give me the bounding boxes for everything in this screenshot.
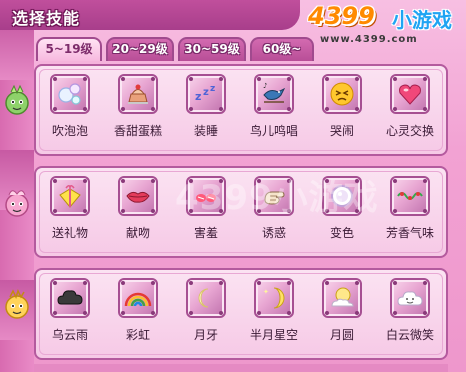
skill-frame xyxy=(118,278,158,318)
skill-select-window: 选择技能 4399 小游戏 www.4399.com 5~19级 20~29级 … xyxy=(0,0,466,372)
skill-yueyuan[interactable]: 月圆 xyxy=(312,274,372,354)
skill-frame xyxy=(186,176,226,216)
pet-avatar-yellow-icon xyxy=(2,288,32,322)
skill-frame: ✦ xyxy=(254,278,294,318)
skill-songliwu[interactable]: 送礼物 xyxy=(40,172,100,252)
page-title: 选择技能 xyxy=(12,9,81,28)
skill-wuyunyu[interactable]: 乌云雨 xyxy=(40,274,100,354)
skill-label: 诱惑 xyxy=(261,226,286,240)
smiling-cloud-icon xyxy=(397,291,423,306)
heart-icon xyxy=(399,84,421,105)
zzz-sleep-icon: z z z xyxy=(195,84,215,103)
color-change-icon xyxy=(331,185,353,207)
skill-label: 吹泡泡 xyxy=(51,124,88,138)
skill-yueya[interactable]: 月牙 xyxy=(176,274,236,354)
skill-label: 变色 xyxy=(329,226,354,240)
skill-banyuexingkong[interactable]: ✦ 半月星空 xyxy=(244,274,304,354)
skill-label: 芳香气味 xyxy=(385,226,434,240)
tab-level-60-plus[interactable]: 60级~ xyxy=(250,37,314,61)
tab-level-30-59[interactable]: 30~59级 xyxy=(178,37,246,61)
skill-frame: z z z xyxy=(186,74,226,114)
title-bar: 选择技能 xyxy=(0,0,300,30)
svg-text:♪: ♪ xyxy=(263,82,267,90)
skill-zhuangshui[interactable]: z z z 装睡 xyxy=(176,70,236,150)
skill-label: 月牙 xyxy=(193,328,218,342)
skill-xiangtiandangao[interactable]: 香甜蛋糕 xyxy=(108,70,168,150)
skill-frame xyxy=(322,278,362,318)
skill-bianse[interactable]: 变色 xyxy=(312,172,372,252)
hand-icon xyxy=(264,191,285,205)
skill-frame xyxy=(50,74,90,114)
skill-frame xyxy=(186,278,226,318)
logo-url: www.4399.com xyxy=(320,34,418,45)
skill-frame xyxy=(254,176,294,216)
skill-label: 献吻 xyxy=(125,226,150,240)
skill-caihong[interactable]: 彩虹 xyxy=(108,274,168,354)
skill-xinlingjiaohuan[interactable]: 心灵交换 xyxy=(380,70,440,150)
crescent-moon-icon xyxy=(198,288,209,308)
skill-frame: ♪ xyxy=(254,74,294,114)
skill-label: 心灵交换 xyxy=(385,124,434,138)
bubbles-icon xyxy=(58,83,81,105)
skill-label: 香甜蛋糕 xyxy=(113,124,162,138)
half-moon-stars-icon: ✦ xyxy=(263,287,285,309)
cake-icon xyxy=(128,84,148,104)
skill-label: 月圆 xyxy=(329,328,354,342)
gift-icon xyxy=(59,185,81,208)
skill-label: 白云微笑 xyxy=(385,328,434,342)
bird-icon: ♪ xyxy=(263,82,286,103)
skill-frame xyxy=(390,278,430,318)
skill-baiyunweixiao[interactable]: 白云微笑 xyxy=(380,274,440,354)
tab-level-20-29[interactable]: 20~29级 xyxy=(106,37,174,61)
skill-label: 乌云雨 xyxy=(51,328,88,342)
brand-logo: 4399 小游戏 www.4399.com xyxy=(300,0,466,56)
svg-text:✦: ✦ xyxy=(263,288,269,296)
dark-cloud-icon xyxy=(57,290,83,305)
skill-frame xyxy=(118,176,158,216)
svg-text:z: z xyxy=(210,84,215,94)
skill-chuipaopao[interactable]: 吹泡泡 xyxy=(40,70,100,150)
skill-label: 鸟儿鸣唱 xyxy=(249,124,298,138)
skill-niaoermingchang[interactable]: ♪ 鸟儿鸣唱 xyxy=(244,70,304,150)
skill-label: 装睡 xyxy=(193,124,218,138)
skill-xianwen[interactable]: 献吻 xyxy=(108,172,168,252)
pet-avatar-green-icon xyxy=(2,84,32,118)
blush-icon xyxy=(196,194,216,202)
logo-text: 小游戏 xyxy=(392,8,452,32)
bottom-edge xyxy=(34,364,448,372)
skill-label: 哭闹 xyxy=(329,124,354,138)
pet-avatar-pink-icon xyxy=(2,186,32,220)
skill-label: 害羞 xyxy=(193,226,218,240)
logo-number: 4399 xyxy=(308,2,375,30)
svg-text:z: z xyxy=(195,90,201,103)
skill-kunao[interactable]: 哭闹 xyxy=(312,70,372,150)
skill-haixiu[interactable]: 害羞 xyxy=(176,172,236,252)
skill-frame xyxy=(390,176,430,216)
skill-frame xyxy=(390,74,430,114)
tab-level-5-19[interactable]: 5~19级 xyxy=(36,37,102,61)
skill-frame xyxy=(50,278,90,318)
skill-fangxiangqiwei[interactable]: 芳香气味 xyxy=(380,172,440,252)
full-moon-icon xyxy=(331,287,354,307)
skill-label: 半月星空 xyxy=(249,328,298,342)
skill-frame xyxy=(322,176,362,216)
skill-youhuo[interactable]: 诱惑 xyxy=(244,172,304,252)
fragrance-icon xyxy=(397,192,423,200)
skill-frame xyxy=(50,176,90,216)
svg-text:z: z xyxy=(203,87,209,98)
crying-face-icon xyxy=(330,82,354,106)
skill-label: 彩虹 xyxy=(125,328,150,342)
skill-label: 送礼物 xyxy=(51,226,88,240)
skill-frame xyxy=(322,74,362,114)
skill-frame xyxy=(118,74,158,114)
lips-icon xyxy=(126,191,150,203)
rainbow-icon xyxy=(124,292,152,307)
